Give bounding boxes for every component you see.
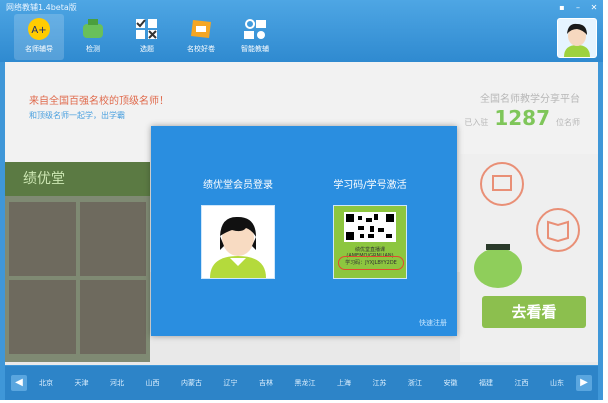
- province-item[interactable]: 辽宁: [220, 376, 242, 390]
- teacher-count: 1287: [494, 106, 550, 130]
- platform-title: 全国名师教学分享平台: [480, 94, 580, 105]
- book-icon: [187, 16, 215, 42]
- province-list: 北京 天津 河北 山西 内蒙古 辽宁 吉林 黑龙江 上海 江苏 浙江 安徽 福建…: [35, 366, 568, 400]
- title-bar: 网络教辅1.4beta版 ▪ – ✕ A+ 名师辅导 检测 选题 名校好卷 智能…: [0, 0, 603, 62]
- nav-item-teacher-tutoring[interactable]: A+ 名师辅导: [14, 14, 64, 60]
- province-item[interactable]: 福建: [475, 376, 497, 390]
- book-open-icon[interactable]: [536, 208, 580, 252]
- photo-panel-header: 绩优堂: [5, 162, 150, 196]
- quick-register-link[interactable]: 快速注册: [419, 318, 447, 328]
- province-item[interactable]: 河北: [106, 376, 128, 390]
- province-item[interactable]: 吉林: [255, 376, 277, 390]
- member-login-label: 绩优堂会员登录: [203, 180, 273, 191]
- activation-label: 学习码/学号激活: [333, 180, 407, 191]
- next-arrow-button[interactable]: ▶: [576, 375, 592, 391]
- nav-item-smart-tutoring[interactable]: 智能教辅: [230, 14, 280, 60]
- teacher-photo-grid: [9, 202, 146, 354]
- smart-tutor-icon: [241, 16, 269, 42]
- nav-label: 名师辅导: [25, 45, 53, 53]
- user-avatar[interactable]: [557, 18, 597, 58]
- teacher-count-row: 已入驻 1287 位名师: [464, 106, 580, 130]
- province-item[interactable]: 天津: [71, 376, 93, 390]
- province-bar: ◀ 北京 天津 河北 山西 内蒙古 辽宁 吉林 黑龙江 上海 江苏 浙江 安徽 …: [5, 366, 598, 400]
- teacher-photo[interactable]: [9, 202, 76, 276]
- go-see-button[interactable]: 去看看: [482, 296, 586, 328]
- window-controls: ▪ – ✕: [557, 3, 599, 13]
- nav-label: 检测: [86, 45, 100, 53]
- app-window: 网络教辅1.4beta版 ▪ – ✕ A+ 名师辅导 检测 选题 名校好卷 智能…: [0, 0, 603, 400]
- app-title: 网络教辅1.4beta版: [6, 3, 77, 12]
- member-login-tile[interactable]: [201, 205, 275, 279]
- elephant-mascot-icon: [468, 234, 528, 298]
- nav-label: 智能教辅: [241, 45, 269, 53]
- teacher-a-plus-icon: A+: [25, 16, 53, 42]
- minimize-button[interactable]: –: [573, 3, 583, 13]
- brand-logo: 绩优堂: [23, 171, 65, 187]
- member-login-section: 绩优堂会员登录: [183, 176, 293, 279]
- study-code-text: 学习码：JYXJLBYY2DE: [338, 256, 404, 270]
- teacher-photo[interactable]: [79, 202, 146, 276]
- main-nav: A+ 名师辅导 检测 选题 名校好卷 智能教辅: [14, 14, 280, 60]
- province-item[interactable]: 北京: [35, 376, 57, 390]
- province-item[interactable]: 内蒙古: [177, 376, 206, 390]
- teacher-photo-panel[interactable]: 绩优堂: [5, 162, 150, 362]
- video-icon[interactable]: [480, 162, 524, 206]
- banner-subline: 和顶级名师一起学，出学霸: [29, 111, 125, 120]
- activation-tile[interactable]: 绩优堂直播课 (AMEMO/GRNLIAN) 学习码：JYXJLBYY2DE: [333, 205, 407, 279]
- province-item[interactable]: 江苏: [369, 376, 391, 390]
- svg-text:A+: A+: [31, 25, 46, 36]
- activation-section: 学习码/学号激活 绩优堂直播课 (AMEMO/GRNLIAN) 学习码：JYXJ…: [315, 176, 425, 279]
- login-modal: 绩优堂会员登录 学习码/学号激活 绩优堂直播课 (AMEMO/GRNLIAN) …: [151, 126, 457, 336]
- close-button[interactable]: ✕: [589, 3, 599, 13]
- nav-item-school-papers[interactable]: 名校好卷: [176, 14, 226, 60]
- banner-headline: 来自全国百强名校的顶级名师！: [29, 96, 169, 107]
- prev-arrow-button[interactable]: ◀: [11, 375, 27, 391]
- province-item[interactable]: 安徽: [440, 376, 462, 390]
- province-item[interactable]: 上海: [333, 376, 355, 390]
- province-item[interactable]: 黑龙江: [291, 376, 320, 390]
- province-item[interactable]: 江西: [511, 376, 533, 390]
- nav-item-select-questions[interactable]: 选题: [122, 14, 172, 60]
- nav-item-exam[interactable]: 检测: [68, 14, 118, 60]
- skin-button[interactable]: ▪: [557, 3, 567, 13]
- stat-suffix: 位名师: [556, 118, 580, 127]
- nav-label: 选题: [140, 45, 154, 53]
- province-item[interactable]: 山西: [142, 376, 164, 390]
- province-item[interactable]: 浙江: [404, 376, 426, 390]
- teacher-photo[interactable]: [79, 280, 146, 354]
- teacher-photo[interactable]: [9, 280, 76, 354]
- stat-prefix: 已入驻: [464, 118, 489, 127]
- province-item[interactable]: 山东: [546, 376, 568, 390]
- student-avatar-icon: [202, 206, 274, 278]
- promo-panel: [460, 154, 598, 362]
- checklist-icon: [133, 16, 161, 42]
- nav-label: 名校好卷: [187, 45, 215, 53]
- exam-cap-icon: [79, 16, 107, 42]
- qr-code-icon: [344, 212, 396, 242]
